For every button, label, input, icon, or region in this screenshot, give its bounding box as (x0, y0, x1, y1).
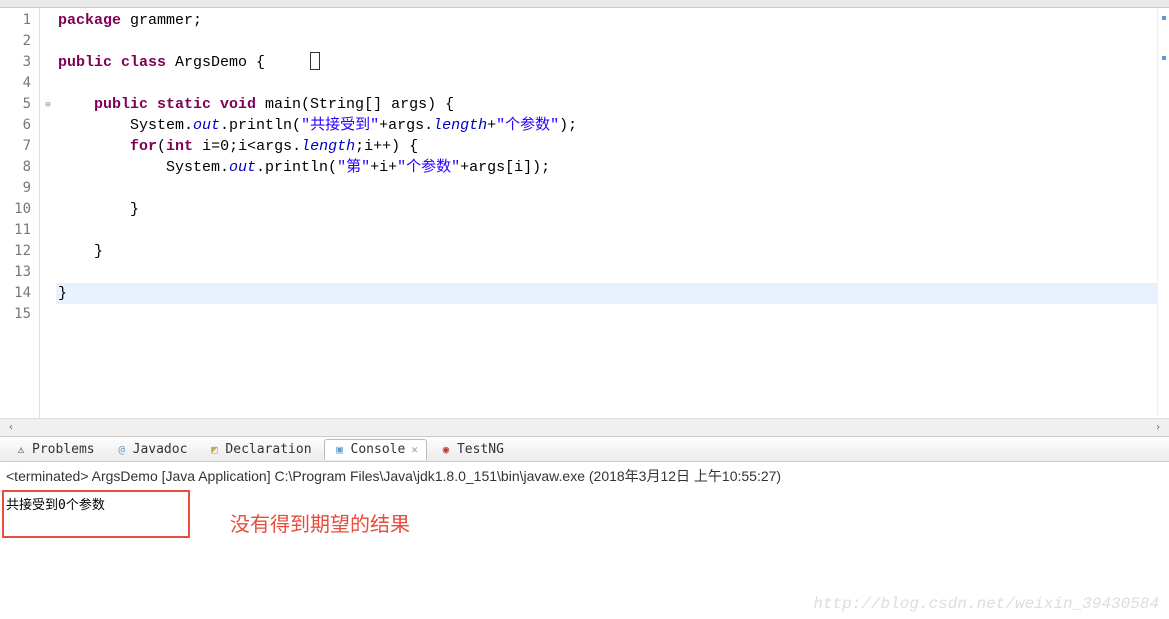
fold-marker (40, 283, 56, 304)
fold-marker (40, 115, 56, 136)
line-number: 3 (0, 52, 39, 73)
code-line[interactable] (56, 73, 1169, 94)
javadoc-icon: @ (115, 442, 129, 456)
fold-marker (40, 73, 56, 94)
line-number: 9 (0, 178, 39, 199)
line-number: 11 (0, 220, 39, 241)
fold-marker (40, 157, 56, 178)
tab-label: Declaration (225, 442, 311, 457)
fold-marker (40, 241, 56, 262)
ruler-marker (1162, 16, 1166, 20)
declaration-icon: ◩ (207, 442, 221, 456)
code-line[interactable]: public static void main(String[] args) { (56, 94, 1169, 115)
code-line[interactable]: } (56, 241, 1169, 262)
close-icon[interactable]: ✕ (411, 443, 418, 456)
code-line[interactable] (56, 220, 1169, 241)
line-number: 14 (0, 283, 39, 304)
text-cursor (310, 52, 320, 70)
line-number: 15 (0, 304, 39, 325)
code-line[interactable]: } (56, 199, 1169, 220)
line-number: 7 (0, 136, 39, 157)
line-number: 2 (0, 31, 39, 52)
line-number: 13 (0, 262, 39, 283)
watermark-text: http://blog.csdn.net/weixin_39430584 (813, 595, 1159, 613)
tab-label: Problems (32, 442, 95, 457)
fold-marker (40, 220, 56, 241)
testng-icon: ◉ (439, 442, 453, 456)
overview-ruler (1157, 8, 1169, 418)
fold-marker (40, 262, 56, 283)
line-number: 4 (0, 73, 39, 94)
code-line[interactable]: public class ArgsDemo { (56, 52, 1169, 73)
code-line[interactable]: for(int i=0;i<args.length;i++) { (56, 136, 1169, 157)
annotation-box (2, 490, 190, 538)
line-number: 6 (0, 115, 39, 136)
code-line[interactable] (56, 31, 1169, 52)
tab-javadoc[interactable]: @ Javadoc (107, 440, 196, 459)
fold-marker: ⊖ (40, 94, 56, 115)
line-number: 8 (0, 157, 39, 178)
fold-marker (40, 178, 56, 199)
problems-icon: ⚠ (14, 442, 28, 456)
fold-marker (40, 31, 56, 52)
fold-marker (40, 199, 56, 220)
code-editor[interactable]: 123456789101112131415 ⊖ package grammer;… (0, 8, 1169, 418)
scroll-left-icon[interactable]: ‹ (4, 421, 18, 435)
code-line[interactable]: package grammer; (56, 10, 1169, 31)
tab-problems[interactable]: ⚠ Problems (6, 440, 103, 459)
tab-label: TestNG (457, 442, 504, 457)
tab-testng[interactable]: ◉ TestNG (431, 440, 512, 459)
fold-marker (40, 52, 56, 73)
tab-declaration[interactable]: ◩ Declaration (199, 440, 319, 459)
code-line[interactable] (56, 178, 1169, 199)
console-output[interactable]: 共接受到0个参数 没有得到期望的结果 (0, 490, 1169, 590)
line-number: 1 (0, 10, 39, 31)
tab-console[interactable]: ▣ Console ✕ (324, 439, 427, 460)
console-icon: ▣ (333, 442, 347, 456)
line-number: 12 (0, 241, 39, 262)
console-header: <terminated> ArgsDemo [Java Application]… (0, 462, 1169, 490)
annotation-text: 没有得到期望的结果 (230, 508, 410, 537)
code-line[interactable] (56, 262, 1169, 283)
scroll-right-icon[interactable]: › (1151, 421, 1165, 435)
code-line[interactable]: System.out.println("第"+i+"个参数"+args[i]); (56, 157, 1169, 178)
ruler-marker (1162, 56, 1166, 60)
fold-marker (40, 304, 56, 325)
fold-marker (40, 10, 56, 31)
horizontal-scrollbar[interactable]: ‹ › (0, 418, 1169, 436)
line-number-gutter: 123456789101112131415 (0, 8, 40, 418)
marker-column: ⊖ (40, 8, 56, 418)
code-line[interactable] (56, 304, 1169, 325)
line-number: 10 (0, 199, 39, 220)
fold-marker (40, 136, 56, 157)
tab-label: Console (351, 442, 406, 457)
code-line[interactable]: } (56, 283, 1169, 304)
line-number: 5 (0, 94, 39, 115)
tab-label: Javadoc (133, 442, 188, 457)
code-body[interactable]: package grammer;public class ArgsDemo { … (56, 8, 1169, 418)
editor-tabs-bar (0, 0, 1169, 8)
code-line[interactable]: System.out.println("共接受到"+args.length+"个… (56, 115, 1169, 136)
views-tab-bar: ⚠ Problems @ Javadoc ◩ Declaration ▣ Con… (0, 436, 1169, 462)
